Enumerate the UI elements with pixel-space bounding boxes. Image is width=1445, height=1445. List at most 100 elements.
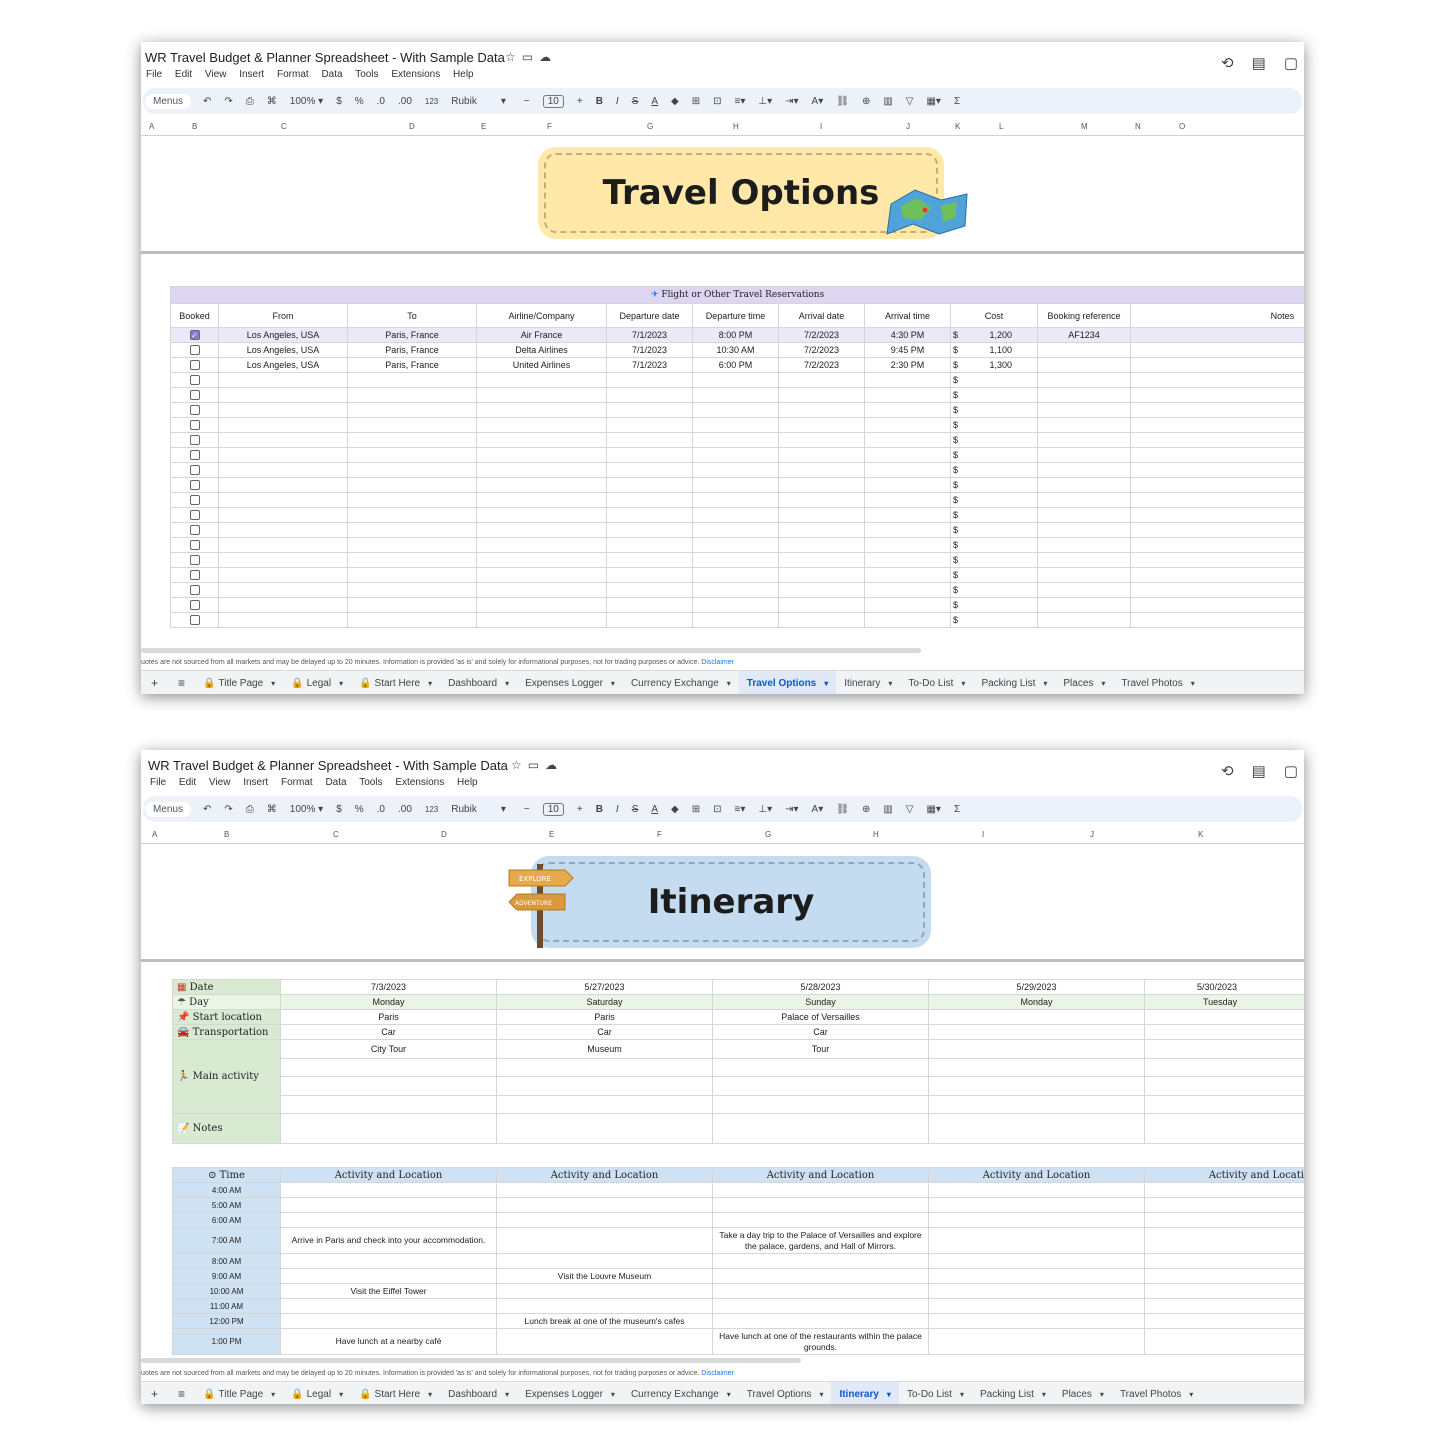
col-letter[interactable]: O xyxy=(1179,122,1185,131)
booked-checkbox[interactable] xyxy=(189,525,200,536)
empty-cell[interactable] xyxy=(1129,387,1304,403)
history-icon[interactable]: ⟲ xyxy=(1221,763,1234,780)
cell-from[interactable]: Los Angeles, USA xyxy=(218,327,348,343)
booked-checkbox-cell[interactable] xyxy=(170,342,219,358)
strikethrough-icon[interactable]: S xyxy=(632,96,639,107)
start-location[interactable]: Palace of Versailles xyxy=(712,1009,929,1025)
empty-cell[interactable] xyxy=(1129,537,1304,553)
empty-cell[interactable] xyxy=(476,387,607,403)
cell-cost[interactable]: 1,300 xyxy=(964,357,1038,373)
empty-cell[interactable] xyxy=(347,387,477,403)
empty-cell[interactable] xyxy=(606,507,693,523)
main-activity[interactable]: Museum xyxy=(496,1039,713,1059)
document-title[interactable]: WR Travel Budget & Planner Spreadsheet -… xyxy=(145,50,505,65)
empty-cell[interactable] xyxy=(692,612,779,628)
empty-cell[interactable] xyxy=(1129,612,1304,628)
empty-cell[interactable] xyxy=(347,372,477,388)
italic-icon[interactable]: I xyxy=(616,804,619,815)
empty-cell[interactable] xyxy=(218,582,348,598)
empty-cell[interactable] xyxy=(964,432,1038,448)
booked-checkbox-cell[interactable] xyxy=(170,522,219,538)
activity-cell[interactable] xyxy=(928,1227,1145,1254)
booked-checkbox[interactable]: ✓ xyxy=(189,330,200,341)
booked-checkbox[interactable] xyxy=(189,375,200,386)
col-letter[interactable]: D xyxy=(441,830,447,839)
col-letter[interactable]: B xyxy=(192,122,197,131)
empty-cell[interactable] xyxy=(864,417,951,433)
text-wrap-icon[interactable]: ⇥▾ xyxy=(785,804,798,815)
day-date[interactable]: 7/3/2023 xyxy=(280,979,497,995)
horizontal-scrollbar[interactable] xyxy=(141,648,921,653)
empty-cell[interactable] xyxy=(1129,582,1304,598)
sheet-tab[interactable]: 🔒 Start Here ▾ xyxy=(351,1382,440,1404)
empty-cell[interactable] xyxy=(964,567,1038,583)
col-letter[interactable]: I xyxy=(820,122,822,131)
empty-cell[interactable] xyxy=(692,477,779,493)
empty-cell[interactable] xyxy=(778,597,865,613)
chevron-down-icon[interactable]: ▾ xyxy=(961,679,965,688)
empty-cell[interactable] xyxy=(347,537,477,553)
chevron-down-icon[interactable]: ▾ xyxy=(428,1390,432,1399)
cell-booking-ref[interactable] xyxy=(1037,357,1131,373)
menus-search[interactable]: Menus xyxy=(145,801,192,817)
empty-cell[interactable] xyxy=(1037,537,1131,553)
activity-cell[interactable] xyxy=(280,1212,497,1228)
functions-icon[interactable]: Σ xyxy=(954,804,960,815)
empty-cell[interactable] xyxy=(864,462,951,478)
col-letter[interactable]: F xyxy=(657,830,662,839)
sheet-tab[interactable]: Dashboard ▾ xyxy=(440,671,517,694)
empty-cell[interactable] xyxy=(692,567,779,583)
activity-cell[interactable] xyxy=(712,1298,929,1314)
empty-cell[interactable] xyxy=(1037,387,1131,403)
col-letter[interactable]: C xyxy=(333,830,339,839)
empty-cell[interactable] xyxy=(964,522,1038,538)
cell-from[interactable]: Los Angeles, USA xyxy=(218,342,348,358)
filter-icon[interactable]: ▽ xyxy=(906,804,914,815)
empty-cell[interactable] xyxy=(476,417,607,433)
chevron-down-icon[interactable]: ▾ xyxy=(727,679,731,688)
empty-cell[interactable] xyxy=(1129,417,1304,433)
booked-checkbox-cell[interactable] xyxy=(170,552,219,568)
empty-cell[interactable] xyxy=(1037,567,1131,583)
sheet-tab[interactable]: Travel Options ▾ xyxy=(738,671,837,694)
empty-cell[interactable] xyxy=(1037,492,1131,508)
empty-cell[interactable] xyxy=(1037,417,1131,433)
activity-cell[interactable] xyxy=(928,1313,1145,1329)
cell-airline[interactable]: Air France xyxy=(476,327,607,343)
booked-checkbox[interactable] xyxy=(189,510,200,521)
activity-cell[interactable] xyxy=(712,1182,929,1198)
empty-cell[interactable] xyxy=(778,507,865,523)
empty-cell[interactable] xyxy=(964,402,1038,418)
activity-cell[interactable] xyxy=(1144,1253,1304,1269)
empty-cell[interactable] xyxy=(347,492,477,508)
document-title[interactable]: WR Travel Budget & Planner Spreadsheet -… xyxy=(148,758,508,773)
empty-cell[interactable] xyxy=(692,387,779,403)
sheet-tab[interactable]: Itinerary ▾ xyxy=(831,1382,899,1404)
chevron-down-icon[interactable]: ▾ xyxy=(611,679,615,688)
empty-cell[interactable] xyxy=(778,612,865,628)
booked-checkbox-cell[interactable] xyxy=(170,597,219,613)
add-sheet-icon[interactable]: + xyxy=(141,1387,168,1401)
empty-cell[interactable] xyxy=(1037,432,1131,448)
empty-cell[interactable] xyxy=(606,537,693,553)
cell-dep_time[interactable]: 10:30 AM xyxy=(692,342,779,358)
booked-checkbox[interactable] xyxy=(189,555,200,566)
empty-cell[interactable] xyxy=(476,567,607,583)
empty-cell[interactable] xyxy=(347,507,477,523)
cell-to[interactable]: Paris, France xyxy=(347,327,477,343)
fill-color-icon[interactable]: ◆ xyxy=(671,804,679,815)
activity-cell[interactable] xyxy=(712,1212,929,1228)
cell-cost[interactable]: 1,100 xyxy=(964,342,1038,358)
empty-cell[interactable] xyxy=(692,432,779,448)
empty-cell[interactable] xyxy=(476,372,607,388)
activity-cell[interactable] xyxy=(1144,1182,1304,1198)
empty-cell[interactable] xyxy=(347,477,477,493)
sheet-tab[interactable]: Expenses Logger ▾ xyxy=(517,1382,623,1404)
day-date[interactable]: 5/27/2023 xyxy=(496,979,713,995)
activity-cell[interactable] xyxy=(496,1298,713,1314)
chevron-down-icon[interactable]: ▾ xyxy=(339,1390,343,1399)
chevron-down-icon[interactable]: ▾ xyxy=(727,1390,731,1399)
empty-cell[interactable] xyxy=(778,402,865,418)
activity-cell[interactable] xyxy=(712,1313,929,1329)
empty-cell[interactable] xyxy=(606,402,693,418)
